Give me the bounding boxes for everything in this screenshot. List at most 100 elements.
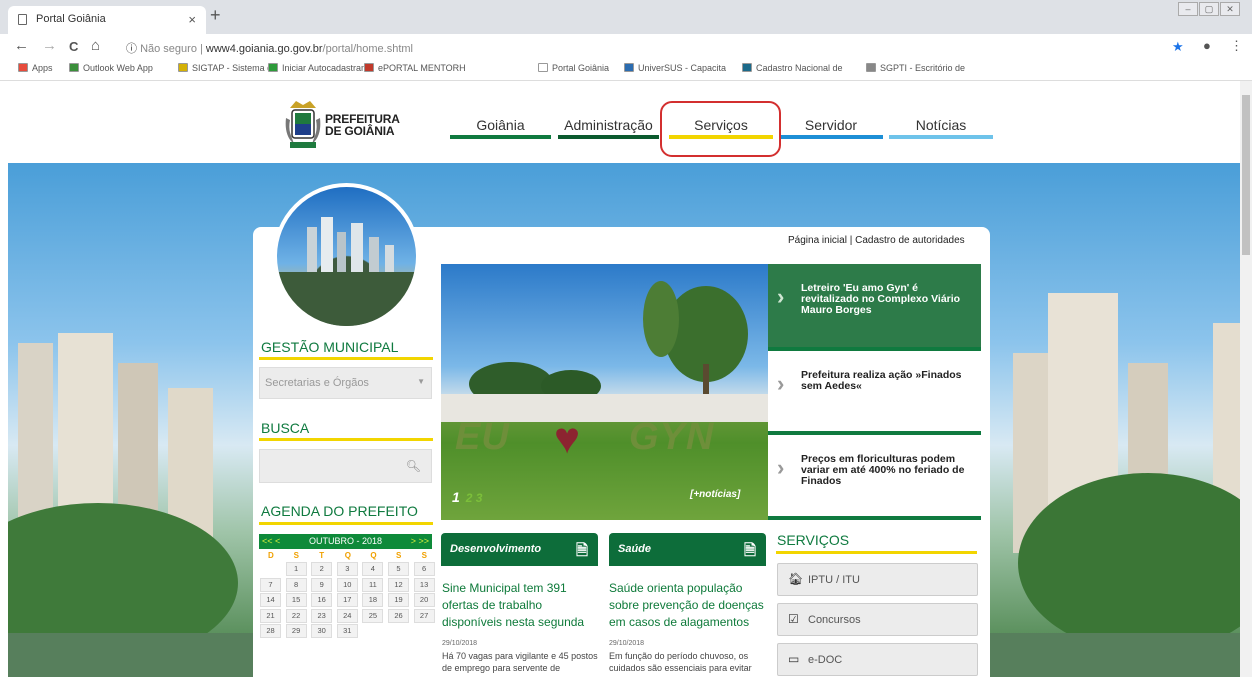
calendar-day[interactable]: 17: [336, 593, 358, 607]
calendar-day[interactable]: 25: [362, 608, 384, 623]
calendar-day[interactable]: 14: [260, 593, 281, 607]
category-label: Saúde: [618, 543, 652, 555]
calendar-day[interactable]: 18: [362, 593, 384, 607]
home-link[interactable]: Página inicial: [788, 235, 847, 246]
slider-page-current[interactable]: 1: [452, 489, 460, 505]
browser-tab[interactable]: Portal Goiânia ×: [8, 6, 206, 34]
calendar-weekday: Q: [370, 551, 377, 560]
calendar-day[interactable]: 13: [413, 577, 435, 592]
news-item-2[interactable]: › Prefeitura realiza ação »Finados sem A…: [768, 347, 981, 430]
bookmark-item[interactable]: SGPTI - Escritório de: [866, 63, 965, 73]
coat-of-arms-icon[interactable]: [284, 98, 322, 154]
select-value: Secretarias e Órgãos: [265, 377, 369, 389]
calendar-day[interactable]: 31: [336, 624, 358, 638]
category-desenvolvimento[interactable]: Desenvolvimento 🗎︎: [441, 533, 598, 566]
article-summary-2: Em função do período chuvoso, os cuidado…: [609, 651, 752, 673]
nav-goiania[interactable]: Goiânia: [450, 117, 551, 133]
profile-icon[interactable]: ●: [1203, 38, 1211, 53]
calendar-day[interactable]: 12: [388, 577, 409, 592]
calendar-day[interactable]: 21: [260, 608, 281, 623]
calendar-day[interactable]: 28: [260, 624, 281, 638]
inbox-icon: ▭: [788, 652, 800, 666]
close-tab-icon[interactable]: ×: [188, 12, 196, 27]
service-label: Concursos: [808, 614, 861, 626]
calendar-day[interactable]: 2: [311, 562, 333, 576]
bookmark-label: Cadastro Nacional de: [756, 63, 843, 73]
page-scrollbar[interactable]: [1240, 81, 1252, 677]
article-title-1[interactable]: Sine Municipal tem 391 ofertas de trabal…: [442, 580, 602, 631]
tab-strip: Portal Goiânia × + – ▢ ✕: [0, 0, 1252, 34]
bookmark-item[interactable]: ePORTAL MENTORH: [364, 63, 466, 73]
calendar-day[interactable]: 24: [336, 608, 358, 623]
bookmark-item[interactable]: Iniciar Autocadastran: [268, 63, 366, 73]
calendar-day[interactable]: 7: [260, 577, 281, 592]
checkbox-icon: ☑: [788, 612, 799, 626]
calendar-day[interactable]: 6: [413, 562, 435, 576]
calendar-day[interactable]: 11: [362, 577, 384, 592]
news-item-3[interactable]: › Preços em floriculturas podem variar e…: [768, 431, 981, 514]
calendar-day[interactable]: 3: [336, 562, 358, 576]
more-news-link[interactable]: [+notícias]: [690, 489, 740, 500]
calendar-day[interactable]: 29: [285, 624, 307, 638]
nav-administracao[interactable]: Administração: [558, 117, 659, 133]
minimize-icon[interactable]: –: [1178, 2, 1198, 16]
forward-icon[interactable]: →: [42, 37, 57, 54]
calendar-day[interactable]: 26: [388, 608, 409, 623]
site-logo-text[interactable]: PREFEITURA DE GOIÂNIA: [325, 113, 400, 137]
back-icon[interactable]: ←: [14, 37, 29, 54]
secretarias-select[interactable]: Secretarias e Órgãos ▼: [259, 367, 432, 399]
calendar-day[interactable]: 19: [388, 593, 409, 607]
search-icon[interactable]: 🔍︎: [406, 459, 421, 473]
service-concursos-button[interactable]: ☑ Concursos: [777, 603, 978, 636]
nav-administracao-underline: [558, 135, 659, 139]
slider-pagination[interactable]: 1 2 3: [452, 489, 482, 505]
calendar-day[interactable]: 20: [413, 593, 435, 607]
close-window-icon[interactable]: ✕: [1220, 2, 1240, 16]
calendar-day[interactable]: 15: [285, 593, 307, 607]
bookmark-label: SIGTAP - Sistema de: [192, 63, 278, 73]
service-edoc-button[interactable]: ▭ e-DOC: [777, 643, 978, 676]
calendar-day[interactable]: 5: [388, 562, 409, 576]
new-tab-button[interactable]: +: [210, 5, 221, 26]
menu-icon[interactable]: ⋮: [1230, 38, 1243, 54]
bookmark-item[interactable]: Cadastro Nacional de: [742, 63, 843, 73]
home-icon[interactable]: ⌂: [91, 37, 100, 54]
calendar-day[interactable]: 22: [285, 608, 307, 623]
service-iptu-button[interactable]: 🏠︎ IPTU / ITU: [777, 563, 978, 596]
bookmark-item[interactable]: SIGTAP - Sistema de: [178, 63, 277, 73]
maximize-icon[interactable]: ▢: [1199, 2, 1219, 16]
slider-page-others[interactable]: 2 3: [466, 491, 483, 505]
calendar-day[interactable]: 1: [285, 562, 307, 576]
bookmark-item[interactable]: Outlook Web App: [69, 63, 153, 73]
address-bar[interactable]: ⓘ Não seguro | www4.goiania.go.gov.br/po…: [126, 40, 413, 56]
calendar-day[interactable]: 30: [311, 624, 333, 638]
scrollbar-thumb[interactable]: [1242, 95, 1250, 255]
article-title-2[interactable]: Saúde orienta população sobre prevenção …: [609, 580, 769, 631]
category-saude[interactable]: Saúde 🗎︎: [609, 533, 766, 566]
search-input[interactable]: 🔍︎: [259, 449, 432, 483]
bookmark-icon: [538, 63, 548, 72]
featured-slider[interactable]: EU ♥ GYN 1 2 3 [+notícias]: [441, 264, 768, 520]
logo-line2: DE GOIÂNIA: [325, 124, 395, 138]
bookmark-star-icon[interactable]: ★: [1172, 39, 1184, 55]
calendar-day[interactable]: 8: [285, 577, 307, 592]
calendar-day[interactable]: 9: [311, 577, 333, 592]
bookmark-item[interactable]: Portal Goiânia: [538, 63, 609, 73]
calendar-day[interactable]: 23: [311, 608, 333, 623]
nav-noticias[interactable]: Notícias: [889, 117, 993, 133]
authorities-link[interactable]: Cadastro de autoridades: [855, 235, 965, 246]
calendar-day[interactable]: 16: [311, 593, 333, 607]
info-icon[interactable]: ⓘ: [126, 43, 137, 55]
bookmark-item[interactable]: Apps: [18, 63, 53, 73]
calendar-day[interactable]: 27: [413, 608, 435, 623]
calendar-day[interactable]: 4: [362, 562, 384, 576]
calendar-next-button[interactable]: > >>: [411, 536, 429, 546]
news-item-1[interactable]: › Letreiro 'Eu amo Gyn' é revitalizado n…: [768, 264, 981, 347]
calendar-prev-button[interactable]: << <: [262, 536, 280, 546]
calendar-day[interactable]: 10: [336, 577, 358, 592]
calendar-weekday: S: [396, 551, 402, 560]
news-title: Preços em floriculturas podem variar em …: [801, 453, 965, 487]
reload-icon[interactable]: C: [69, 39, 78, 54]
bookmark-item[interactable]: UniverSUS - Capacita: [624, 63, 726, 73]
nav-servidor[interactable]: Servidor: [779, 117, 883, 133]
